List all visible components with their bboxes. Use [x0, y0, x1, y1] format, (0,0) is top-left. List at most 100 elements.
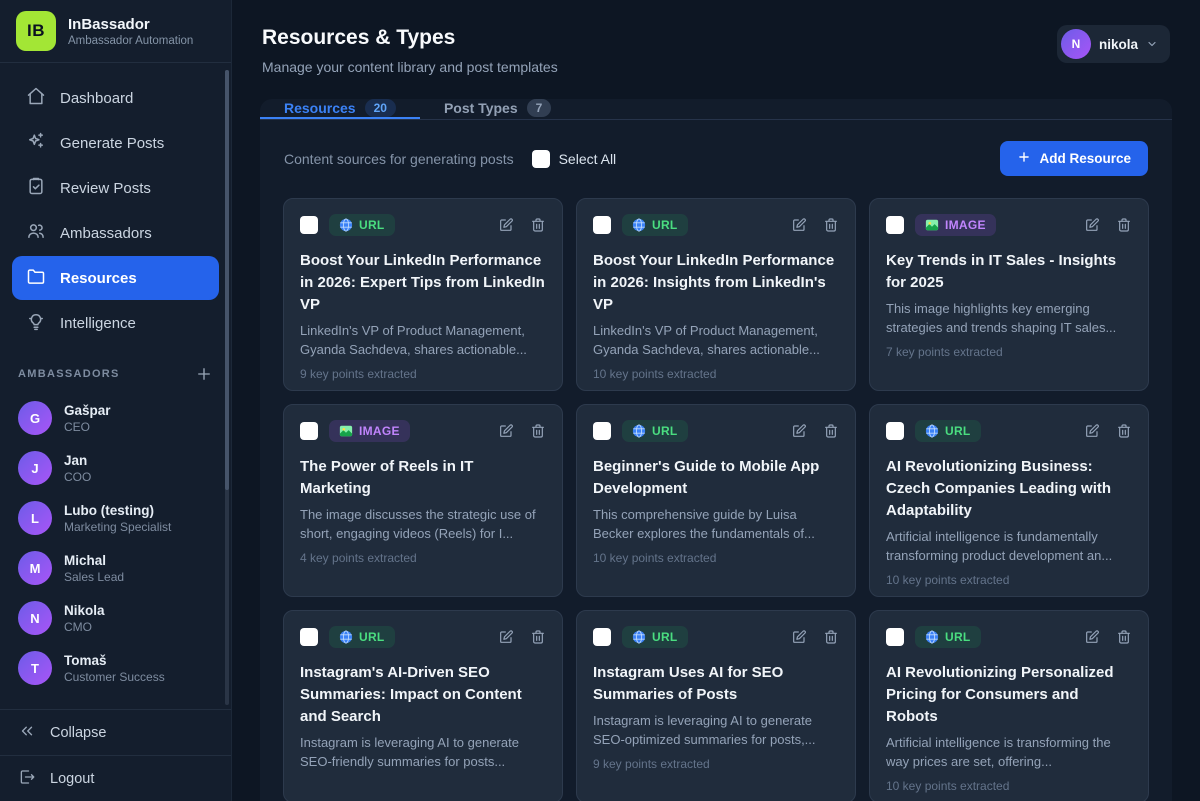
ambassador-item[interactable]: L Lubo (testing)Marketing Specialist [0, 493, 231, 543]
resource-card[interactable]: URL AI Revolutionizing Personalized Pric… [869, 610, 1149, 801]
card-checkbox[interactable] [886, 216, 904, 234]
edit-icon[interactable] [791, 217, 807, 233]
resource-card[interactable]: URL AI Revolutionizing Business: Czech C… [869, 404, 1149, 597]
sidebar-item-label: Generate Posts [60, 135, 164, 152]
ambassadors-list: G GašparCEO J JanCOO L Lubo (testing)Mar… [0, 393, 231, 693]
main-content: Resources & Types Manage your content li… [232, 0, 1200, 801]
card-checkbox[interactable] [593, 628, 611, 646]
delete-icon[interactable] [823, 217, 839, 233]
sidebar-scroll-area: Dashboard Generate Posts Review Posts Am… [0, 63, 231, 709]
delete-icon[interactable] [823, 629, 839, 645]
resource-card[interactable]: IMAGE The Power of Reels in IT Marketing… [283, 404, 563, 597]
card-checkbox[interactable] [886, 422, 904, 440]
sidebar-item-generate-posts[interactable]: Generate Posts [12, 121, 219, 165]
edit-icon[interactable] [1084, 629, 1100, 645]
card-checkbox[interactable] [300, 422, 318, 440]
card-description: Artificial intelligence is transforming … [886, 733, 1132, 771]
resource-card[interactable]: URL Instagram's AI-Driven SEO Summaries:… [283, 610, 563, 801]
resource-card[interactable]: IMAGE Key Trends in IT Sales - Insights … [869, 198, 1149, 391]
logout-button[interactable]: Logout [0, 755, 231, 801]
card-description: This comprehensive guide by Luisa Becker… [593, 505, 839, 543]
sidebar-item-label: Resources [60, 270, 137, 287]
edit-icon[interactable] [1084, 217, 1100, 233]
delete-icon[interactable] [530, 217, 546, 233]
brand-subtitle: Ambassador Automation [68, 35, 193, 47]
folder-icon [26, 266, 46, 290]
card-description: This image highlights key emerging strat… [886, 299, 1132, 337]
card-title: Beginner's Guide to Mobile App Developme… [593, 456, 839, 500]
delete-icon[interactable] [1116, 217, 1132, 233]
tab-resources[interactable]: Resources 20 [260, 99, 420, 119]
card-keypoints: 10 key points extracted [593, 551, 839, 565]
toolbar: Content sources for generating posts Sel… [260, 120, 1172, 196]
edit-icon[interactable] [498, 629, 514, 645]
resource-type-badge: IMAGE [329, 420, 410, 442]
card-keypoints: 7 key points extracted [886, 345, 1132, 359]
add-resource-button[interactable]: Add Resource [1000, 141, 1148, 176]
ambassador-item[interactable]: T TomašCustomer Success [0, 643, 231, 693]
app-window: IB InBassador Ambassador Automation Dash… [0, 0, 1200, 801]
card-checkbox[interactable] [886, 628, 904, 646]
edit-icon[interactable] [791, 423, 807, 439]
sidebar-nav: Dashboard Generate Posts Review Posts Am… [0, 76, 231, 345]
card-description: Artificial intelligence is fundamentally… [886, 527, 1132, 565]
ambassador-item[interactable]: M MichalSales Lead [0, 543, 231, 593]
clipboard-check-icon [26, 176, 46, 200]
tab-post-types[interactable]: Post Types 7 [420, 99, 575, 119]
sidebar-item-intelligence[interactable]: Intelligence [12, 301, 219, 345]
edit-icon[interactable] [1084, 423, 1100, 439]
card-title: Key Trends in IT Sales - Insights for 20… [886, 250, 1132, 294]
select-all-checkbox[interactable] [532, 150, 550, 168]
logout-label: Logout [50, 771, 94, 787]
collapse-button[interactable]: Collapse [0, 709, 231, 755]
avatar: M [18, 551, 52, 585]
resources-grid: URL Boost Your LinkedIn Performance in 2… [260, 196, 1172, 801]
ambassador-role: CMO [64, 620, 105, 634]
card-keypoints: 9 key points extracted [300, 367, 546, 381]
delete-icon[interactable] [1116, 629, 1132, 645]
card-description: The image discusses the strategic use of… [300, 505, 546, 543]
sidebar-item-label: Intelligence [60, 315, 136, 332]
resource-card[interactable]: URL Boost Your LinkedIn Performance in 2… [283, 198, 563, 391]
delete-icon[interactable] [530, 629, 546, 645]
sidebar-item-resources[interactable]: Resources [12, 256, 219, 300]
delete-icon[interactable] [823, 423, 839, 439]
tab-count-badge: 20 [365, 99, 396, 117]
delete-icon[interactable] [1116, 423, 1132, 439]
card-checkbox[interactable] [593, 422, 611, 440]
globe-icon [632, 218, 646, 232]
card-checkbox[interactable] [300, 628, 318, 646]
resource-type-badge: URL [622, 420, 688, 442]
card-keypoints: 10 key points extracted [593, 367, 839, 381]
card-checkbox[interactable] [593, 216, 611, 234]
sidebar-item-dashboard[interactable]: Dashboard [12, 76, 219, 120]
globe-icon [339, 630, 353, 644]
sidebar: IB InBassador Ambassador Automation Dash… [0, 0, 232, 801]
resource-type-badge: URL [329, 214, 395, 236]
add-ambassador-icon[interactable] [195, 365, 213, 383]
ambassador-item[interactable]: J JanCOO [0, 443, 231, 493]
sidebar-item-label: Dashboard [60, 90, 133, 107]
badge-label: URL [359, 630, 385, 644]
delete-icon[interactable] [530, 423, 546, 439]
edit-icon[interactable] [498, 217, 514, 233]
card-title: Instagram Uses AI for SEO Summaries of P… [593, 662, 839, 706]
edit-icon[interactable] [791, 629, 807, 645]
user-menu[interactable]: N nikola [1057, 25, 1170, 63]
sidebar-scrollbar-thumb[interactable] [225, 70, 229, 490]
ambassador-role: CEO [64, 420, 111, 434]
resource-card[interactable]: URL Beginner's Guide to Mobile App Devel… [576, 404, 856, 597]
resource-type-badge: URL [329, 626, 395, 648]
ambassador-item[interactable]: N NikolaCMO [0, 593, 231, 643]
sidebar-item-review-posts[interactable]: Review Posts [12, 166, 219, 210]
tab-label: Post Types [444, 100, 518, 116]
resource-card[interactable]: URL Instagram Uses AI for SEO Summaries … [576, 610, 856, 801]
ambassador-item[interactable]: G GašparCEO [0, 393, 231, 443]
sidebar-item-ambassadors[interactable]: Ambassadors [12, 211, 219, 255]
sidebar-scrollbar[interactable] [225, 70, 229, 705]
resource-card[interactable]: URL Boost Your LinkedIn Performance in 2… [576, 198, 856, 391]
ambassador-name: Nikola [64, 603, 105, 618]
edit-icon[interactable] [498, 423, 514, 439]
card-checkbox[interactable] [300, 216, 318, 234]
chevrons-left-icon [18, 722, 36, 744]
